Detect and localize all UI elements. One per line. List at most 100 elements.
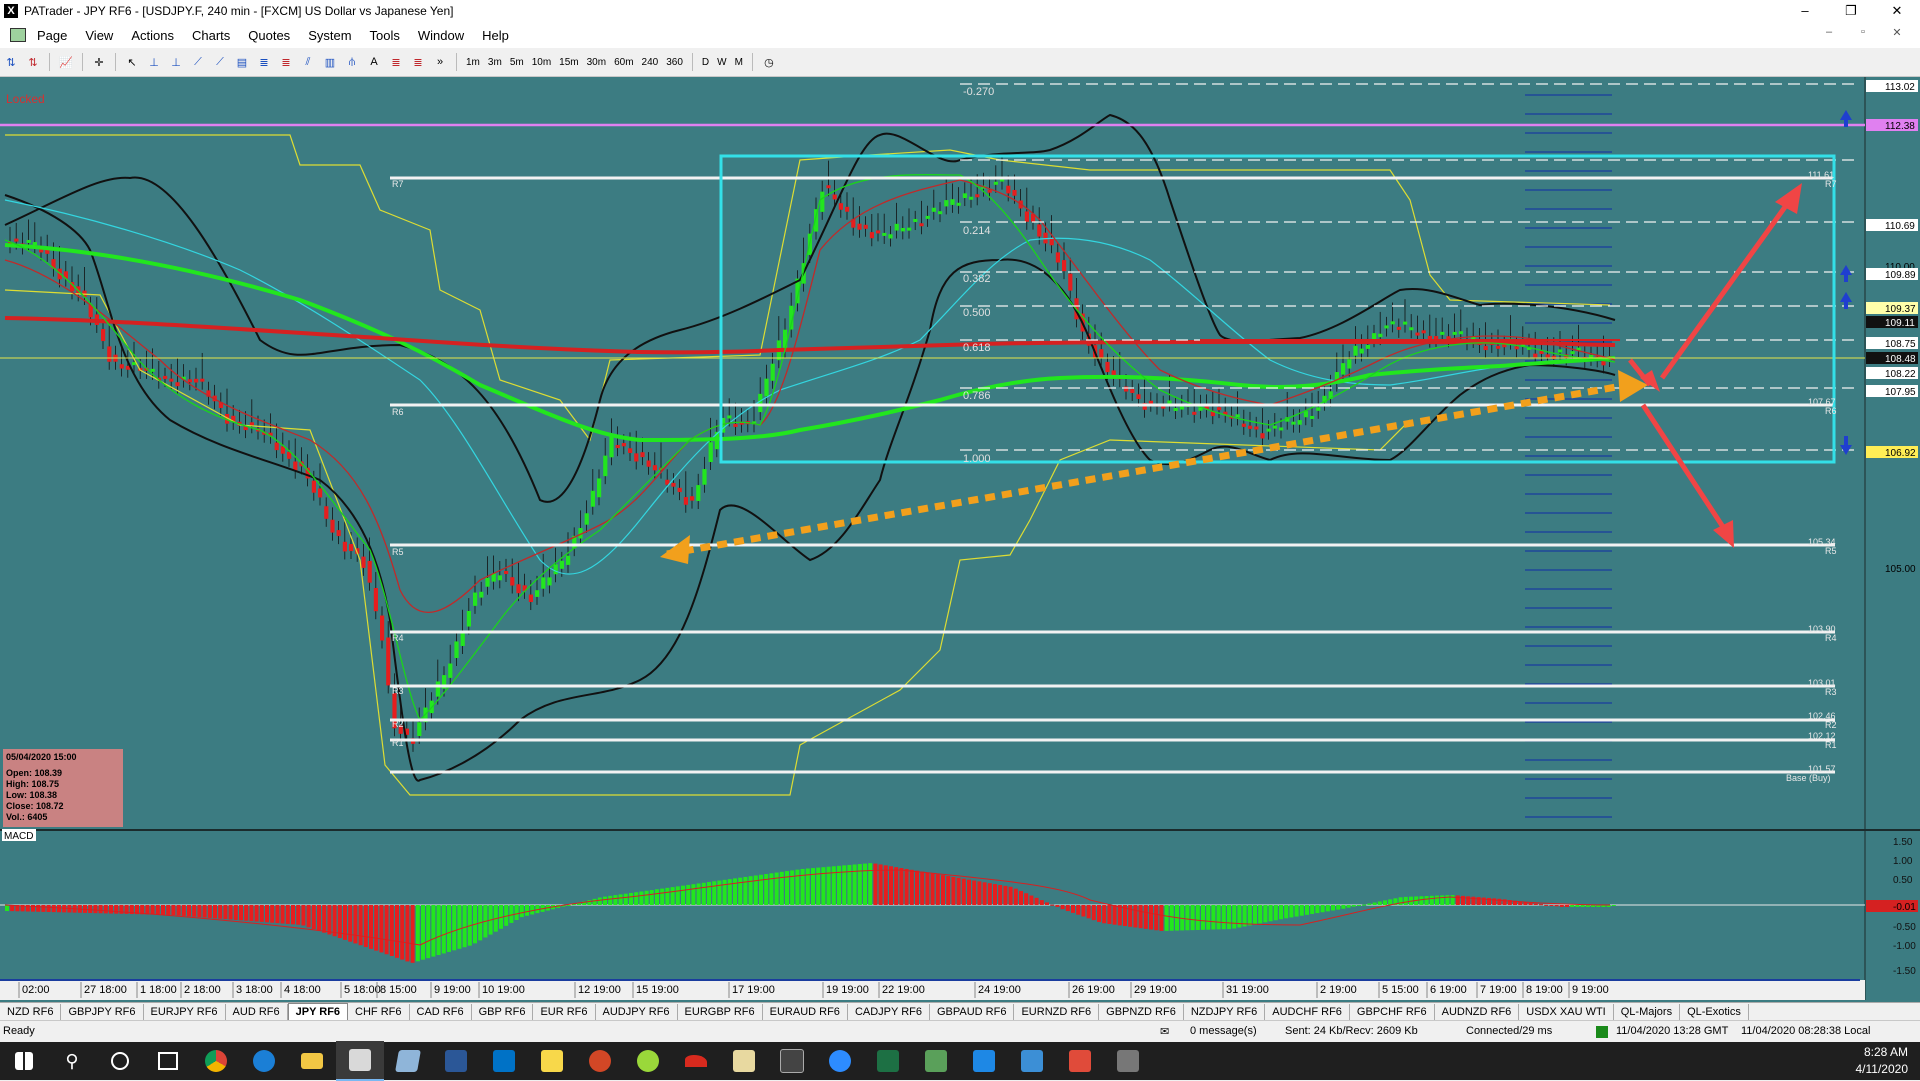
period-week[interactable]: W [713, 57, 730, 68]
tab-audjpy-rf6[interactable]: AUDJPY RF6 [596, 1004, 678, 1020]
word-icon[interactable] [432, 1042, 480, 1080]
tab-aud-rf6[interactable]: AUD RF6 [226, 1004, 288, 1020]
levels-icon[interactable]: ≣ [387, 53, 405, 71]
pitchfork-icon[interactable]: ⫛ [343, 53, 361, 71]
chart-type-icon[interactable]: 📈 [57, 53, 75, 71]
tab-eur-rf6[interactable]: EUR RF6 [533, 1004, 596, 1020]
timeframe-10m[interactable]: 10m [528, 57, 555, 68]
tab-audnzd-rf6[interactable]: AUDNZD RF6 [1435, 1004, 1520, 1020]
period-month[interactable]: M [731, 57, 747, 68]
close-button[interactable]: ✕ [1874, 0, 1920, 22]
tab-ql-majors[interactable]: QL-Majors [1614, 1004, 1681, 1020]
mdi-minimize-button[interactable]: – [1812, 26, 1846, 39]
buy-arrow-icon[interactable]: ⇅ [2, 53, 20, 71]
tab-chf-rf6[interactable]: CHF RF6 [348, 1004, 410, 1020]
app-certificate-icon[interactable] [720, 1042, 768, 1080]
tab-gbpaud-rf6[interactable]: GBPAUD RF6 [930, 1004, 1015, 1020]
menu-window[interactable]: Window [409, 28, 473, 43]
horizontal-line-icon[interactable]: ⊥ [167, 53, 185, 71]
outlook-icon[interactable] [480, 1042, 528, 1080]
patrader-icon[interactable] [336, 1041, 384, 1081]
start-button[interactable] [0, 1042, 48, 1080]
menu-quotes[interactable]: Quotes [239, 28, 299, 43]
tab-usdx-xau-wti[interactable]: USDX XAU WTI [1519, 1004, 1614, 1020]
timeframe-1m[interactable]: 1m [462, 57, 484, 68]
menu-system[interactable]: System [299, 28, 360, 43]
fibonacci-icon[interactable]: ≣ [255, 53, 273, 71]
mdi-close-button[interactable]: ✕ [1880, 26, 1914, 39]
tab-ql-exotics[interactable]: QL-Exotics [1680, 1004, 1749, 1020]
crosshair-icon[interactable]: ✛ [90, 53, 108, 71]
edge-icon[interactable] [240, 1042, 288, 1080]
timeframe-5m[interactable]: 5m [506, 57, 528, 68]
app-window-icon[interactable] [1008, 1042, 1056, 1080]
system-tray-clock[interactable]: 8:28 AM 4/11/2020 [1856, 1044, 1909, 1078]
vertical-line-icon[interactable]: ⊥ [145, 53, 163, 71]
tab-cad-rf6[interactable]: CAD RF6 [410, 1004, 472, 1020]
text-tool-icon[interactable]: A [365, 53, 383, 71]
pointer-icon[interactable]: ↖ [123, 53, 141, 71]
clock-icon[interactable]: ◷ [760, 53, 778, 71]
timeframe-360[interactable]: 360 [662, 57, 687, 68]
search-icon[interactable]: ⚲ [48, 1042, 96, 1080]
period-day[interactable]: D [698, 57, 713, 68]
chart-window[interactable]: Locked -0.270 0.214 0.382 0.500 0.618 0.… [0, 77, 1920, 1002]
powerpoint-icon[interactable] [576, 1042, 624, 1080]
excel-icon[interactable] [864, 1042, 912, 1080]
app-bird-icon[interactable] [672, 1042, 720, 1080]
timeframe-30m[interactable]: 30m [583, 57, 610, 68]
timeframe-15m[interactable]: 15m [555, 57, 582, 68]
menu-tools[interactable]: Tools [361, 28, 409, 43]
menu-actions[interactable]: Actions [122, 28, 183, 43]
tab-audchf-rf6[interactable]: AUDCHF RF6 [1265, 1004, 1350, 1020]
timeframe-60m[interactable]: 60m [610, 57, 637, 68]
sticky-notes-icon[interactable] [528, 1042, 576, 1080]
task-view-icon[interactable] [144, 1042, 192, 1080]
menu-page[interactable]: Page [28, 28, 76, 43]
tab-eurnzd-rf6[interactable]: EURNZD RF6 [1014, 1004, 1100, 1020]
app-n-icon[interactable] [624, 1042, 672, 1080]
calculator-icon[interactable] [768, 1042, 816, 1080]
tab-eurgbp-rf6[interactable]: EURGBP RF6 [678, 1004, 763, 1020]
menu-view[interactable]: View [76, 28, 122, 43]
tab-euraud-rf6[interactable]: EURAUD RF6 [763, 1004, 848, 1020]
tab-eurjpy-rf6[interactable]: EURJPY RF6 [144, 1004, 226, 1020]
tab-nzdjpy-rf6[interactable]: NZDJPY RF6 [1184, 1004, 1266, 1020]
minimize-button[interactable]: – [1782, 0, 1828, 22]
app-gray-icon[interactable] [1104, 1042, 1152, 1080]
file-explorer-icon[interactable] [288, 1042, 336, 1080]
sell-arrow-icon[interactable]: ⇅ [24, 53, 42, 71]
tab-gbp-rf6[interactable]: GBP RF6 [472, 1004, 534, 1020]
fib-fan-icon[interactable]: ⫽ [299, 53, 317, 71]
restore-button[interactable]: ❐ [1828, 0, 1874, 22]
delete-drawings-icon[interactable]: ≣ [409, 53, 427, 71]
timeframe-3m[interactable]: 3m [484, 57, 506, 68]
notes-app-icon[interactable] [384, 1042, 432, 1080]
timeframe-240[interactable]: 240 [638, 57, 663, 68]
app-s-icon[interactable] [1056, 1042, 1104, 1080]
tab-cadjpy-rf6[interactable]: CADJPY RF6 [848, 1004, 930, 1020]
tab-gbpchf-rf6[interactable]: GBPCHF RF6 [1350, 1004, 1435, 1020]
cortana-icon[interactable] [96, 1042, 144, 1080]
time-axis-label: 26 19:00 [1072, 984, 1115, 996]
app-calendar-icon[interactable] [960, 1042, 1008, 1080]
fib-label-214: 0.214 [963, 225, 991, 237]
fib-retracement-icon[interactable]: ≣ [277, 53, 295, 71]
zoom-icon[interactable] [816, 1042, 864, 1080]
ray-icon[interactable]: ⟋ [211, 53, 229, 71]
menu-help[interactable]: Help [473, 28, 518, 43]
gann-icon[interactable]: ▥ [321, 53, 339, 71]
price-chart[interactable]: Locked -0.270 0.214 0.382 0.500 0.618 0.… [0, 77, 1920, 1002]
mdi-restore-button[interactable]: ▫ [1846, 26, 1880, 39]
trendline-icon[interactable]: ⟋ [189, 53, 207, 71]
chart-app-icon[interactable] [912, 1042, 960, 1080]
tab-gbpnzd-rf6[interactable]: GBPNZD RF6 [1099, 1004, 1184, 1020]
tab-jpy-rf6[interactable]: JPY RF6 [287, 1003, 349, 1021]
toolbar-overflow-icon[interactable]: » [431, 53, 449, 71]
time-axis-label: 27 18:00 [84, 984, 127, 996]
tab-nzd-rf6[interactable]: NZD RF6 [0, 1004, 62, 1020]
channel-icon[interactable]: ▤ [233, 53, 251, 71]
menu-charts[interactable]: Charts [183, 28, 239, 43]
chrome-icon[interactable] [192, 1042, 240, 1080]
tab-gbpjpy-rf6[interactable]: GBPJPY RF6 [61, 1004, 144, 1020]
